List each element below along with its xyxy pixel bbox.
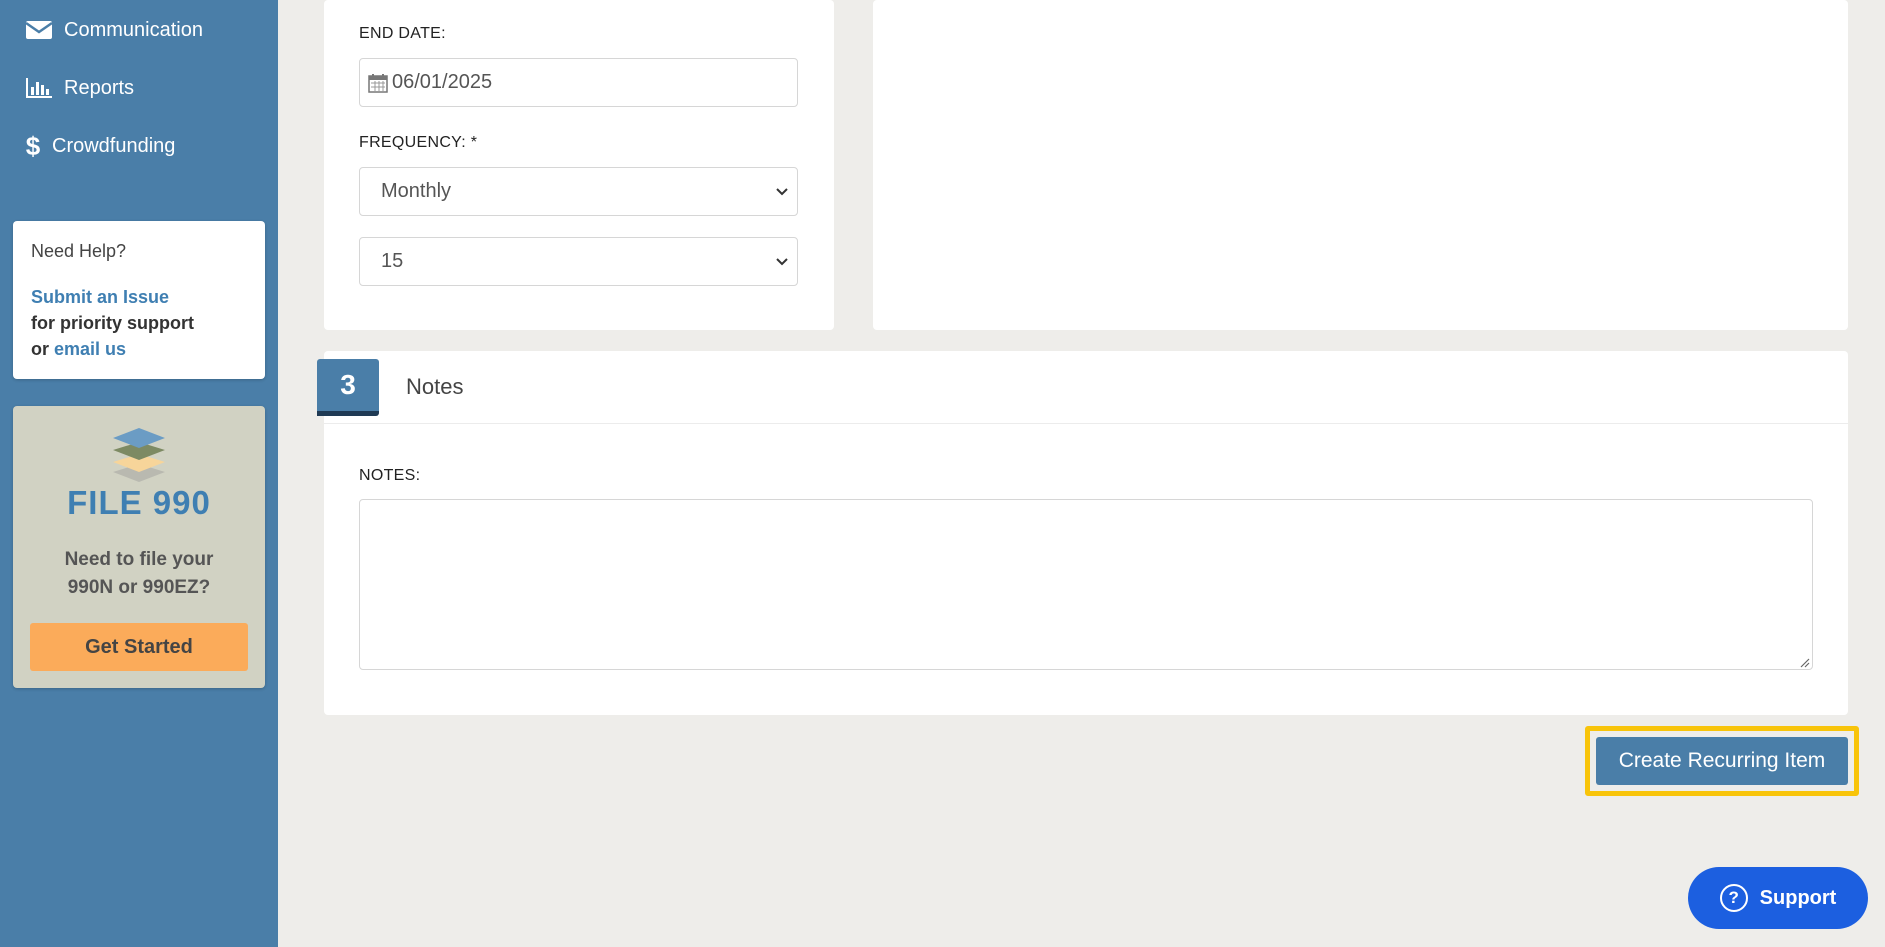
resize-handle-icon[interactable]: [1798, 655, 1810, 673]
promo-line-2: 990N or 990EZ?: [67, 577, 211, 598]
support-button[interactable]: ? Support: [1688, 867, 1868, 929]
notes-section-header: [324, 351, 1848, 424]
end-date-field[interactable]: 06/01/2025: [359, 58, 798, 107]
submit-issue-link[interactable]: Submit an Issue: [31, 287, 169, 307]
email-us-link[interactable]: email us: [54, 339, 126, 359]
chevron-down-icon: [775, 250, 789, 273]
priority-support-text: for priority support: [31, 313, 194, 333]
promo-line-1: Need to file your: [64, 549, 214, 570]
step-number-badge: 3: [317, 359, 379, 416]
day-of-month-select[interactable]: 15: [359, 237, 798, 286]
dollar-icon: $: [25, 130, 41, 161]
help-card: Need Help? Submit an Issue for priority …: [13, 221, 265, 379]
notes-textarea[interactable]: [359, 499, 1813, 670]
envelope-icon: [24, 17, 54, 43]
help-circle-icon: ?: [1719, 884, 1748, 912]
get-started-button[interactable]: Get Started: [30, 623, 248, 671]
sidebar-item-reports[interactable]: Reports: [24, 68, 134, 108]
help-heading: Need Help?: [31, 241, 127, 261]
chevron-down-icon: [775, 180, 789, 203]
promo-title: FILE 990: [67, 484, 211, 521]
promo-description: Need to file your 990N or 990EZ?: [13, 546, 265, 602]
day-value: 15: [381, 250, 404, 272]
end-date-label: END DATE:: [359, 25, 446, 42]
sidebar: Communication Reports $ Crowdfunding Nee…: [0, 0, 278, 947]
layers-icon: [109, 420, 169, 486]
or-text: or: [31, 339, 49, 359]
sidebar-item-label: Crowdfunding: [52, 134, 176, 157]
sidebar-item-label: Communication: [64, 18, 203, 41]
notes-section-title: Notes: [406, 374, 464, 399]
calendar-icon: [368, 73, 388, 93]
sidebar-item-label: Reports: [64, 76, 135, 99]
notes-label: NOTES:: [359, 467, 421, 484]
create-recurring-item-button[interactable]: Create Recurring Item: [1596, 737, 1848, 785]
sidebar-item-communication[interactable]: Communication: [24, 10, 203, 50]
sidebar-item-crowdfunding[interactable]: $ Crowdfunding: [24, 126, 176, 166]
end-date-value: 06/01/2025: [392, 71, 493, 93]
right-panel: [873, 0, 1848, 330]
support-label: Support: [1759, 886, 1837, 909]
frequency-select[interactable]: Monthly: [359, 167, 798, 216]
frequency-value: Monthly: [381, 180, 452, 202]
file-990-promo: FILE 990 Need to file your 990N or 990EZ…: [13, 406, 265, 688]
frequency-label: FREQUENCY: *: [359, 134, 478, 151]
bar-chart-icon: [24, 75, 54, 101]
